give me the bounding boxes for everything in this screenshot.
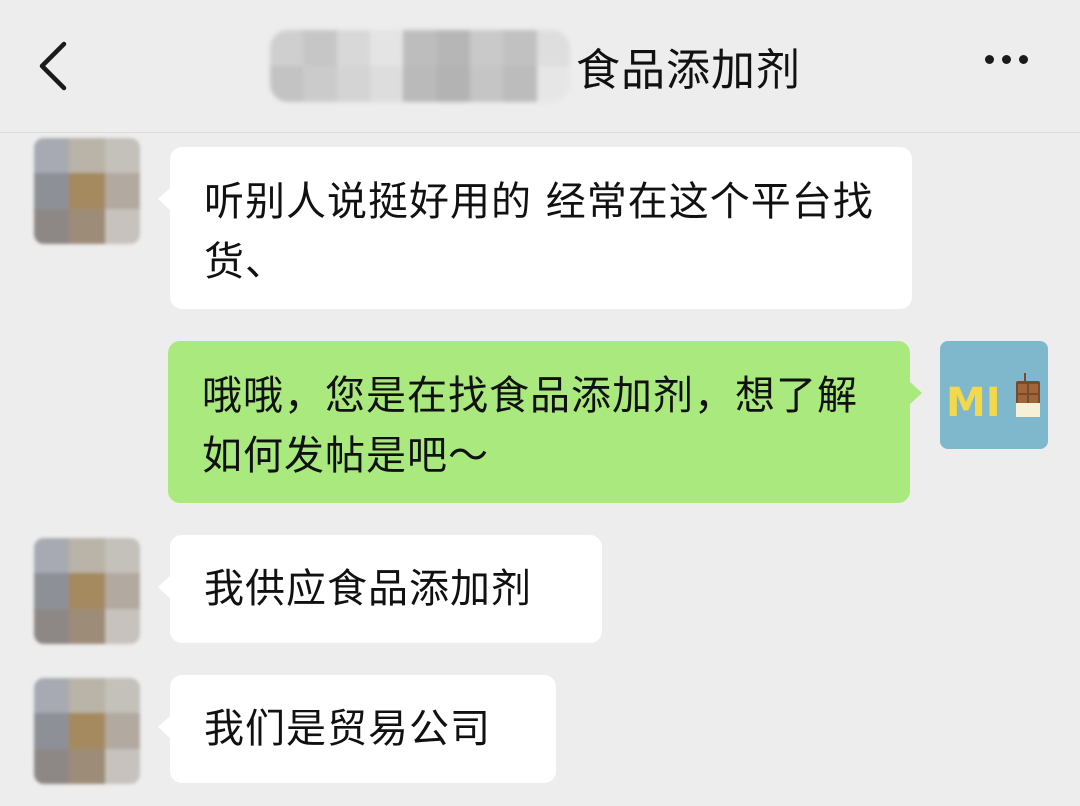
contact-avatar[interactable] <box>34 138 140 244</box>
contact-avatar[interactable] <box>34 538 140 644</box>
page-title: 食品添加剂 <box>576 45 801 96</box>
avatar-logo-text: MI <box>946 380 1001 426</box>
chevron-left-icon[interactable] <box>30 36 80 96</box>
blurred-contact-name <box>270 30 570 102</box>
more-horizontal-icon[interactable] <box>985 55 1028 64</box>
my-avatar[interactable]: MI <box>940 341 1048 449</box>
message-bubble-incoming[interactable]: 我们是贸易公司 <box>158 675 556 783</box>
message-bubble-outgoing[interactable]: 哦哦，您是在找食品添加剂，想了解如何发帖是吧～ <box>168 341 922 503</box>
contact-avatar[interactable] <box>34 678 140 784</box>
chat-header: 食品添加剂 <box>0 0 1080 133</box>
chat-title: 食品添加剂 <box>270 30 801 102</box>
message-text: 哦哦，您是在找食品添加剂，想了解如何发帖是吧～ <box>202 373 858 479</box>
message-text: 听别人说挺好用的 经常在这个平台找货、 <box>204 179 874 285</box>
message-text: 我们是贸易公司 <box>204 706 491 752</box>
message-text: 我供应食品添加剂 <box>204 566 532 612</box>
message-bubble-incoming[interactable]: 听别人说挺好用的 经常在这个平台找货、 <box>158 147 912 309</box>
message-bubble-incoming[interactable]: 我供应食品添加剂 <box>158 535 602 643</box>
